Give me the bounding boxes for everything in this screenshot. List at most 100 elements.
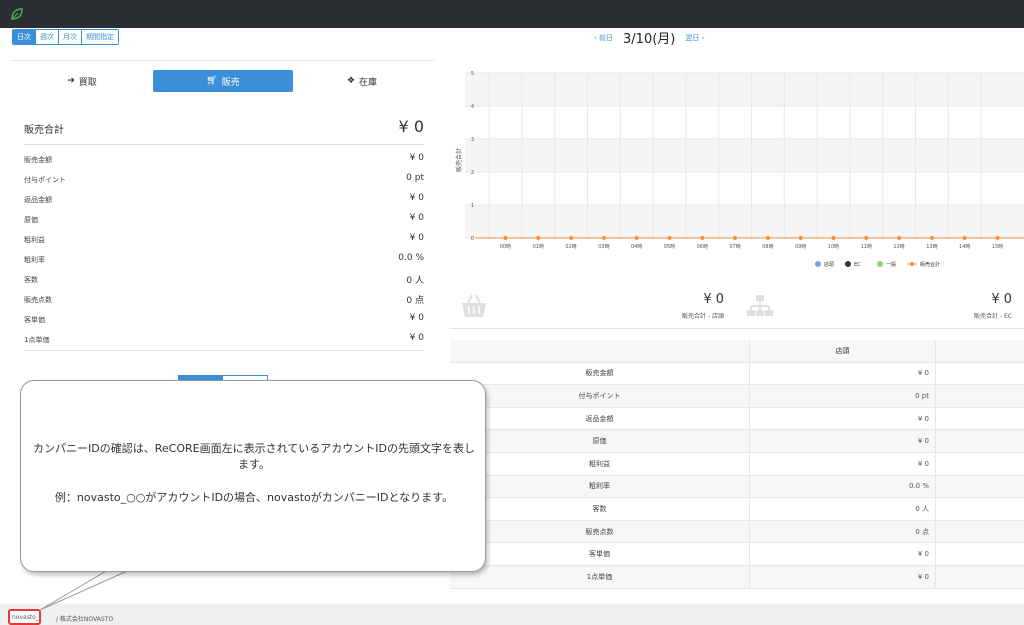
- table-row: 1点単価 ¥ 0: [450, 565, 1024, 589]
- table-header-row: 店頭: [450, 340, 1024, 363]
- chart-band: [465, 205, 1024, 238]
- period-selector: 日次 週次 月次 期間指定: [12, 29, 119, 45]
- metric-label: 粗利率: [24, 256, 45, 264]
- period-daily-tab[interactable]: 日次: [13, 30, 36, 44]
- table-cell-label: 1点単価: [450, 565, 750, 588]
- chart-ytick-label: 0: [471, 236, 474, 242]
- metric-label: 返品金額: [24, 196, 52, 204]
- basket-icon: [462, 294, 486, 317]
- table-cell-label: 販売点数: [450, 520, 750, 543]
- table-cell-value: 0 人: [750, 498, 936, 520]
- table-cell-label: 原価: [450, 430, 750, 452]
- table-cell-value: ¥ 0: [750, 565, 936, 588]
- legend-label: 販売合計: [920, 261, 940, 268]
- table-header-store: 店頭: [750, 340, 936, 362]
- period-weekly-tab[interactable]: 週次: [36, 30, 59, 44]
- legend-label: EC: [854, 262, 861, 268]
- chart-xtick-label: 12時: [893, 244, 904, 250]
- metric-value: 0 点: [406, 296, 424, 306]
- legend-label: 店頭: [824, 261, 834, 268]
- sales-stats: ¥ 0 販売合計 - 店頭 ¥ 0 販売合計 - EC: [450, 287, 1024, 329]
- chart-point: [962, 236, 967, 240]
- divider: [24, 350, 424, 351]
- table-row: 付与ポイント 0 pt: [450, 385, 1024, 408]
- chart-ytick-label: 5: [471, 71, 474, 77]
- chart-point: [601, 236, 606, 240]
- leaf-logo-icon[interactable]: [10, 7, 24, 21]
- chart-ytick-label: 2: [471, 170, 474, 176]
- chart-point: [765, 236, 770, 240]
- chart-point: [733, 236, 738, 240]
- metric-row: 1点単価 ¥ 0: [24, 331, 424, 351]
- chart-point: [634, 236, 639, 240]
- chart-xtick-label: 09時: [795, 244, 806, 250]
- metric-value: 0 人: [406, 276, 424, 286]
- ec-sales-value: ¥ 0: [991, 292, 1012, 307]
- chart-ytick-label: 1: [471, 203, 474, 209]
- table-row: 原価 ¥ 0: [450, 430, 1024, 453]
- divider: [12, 60, 435, 61]
- cubes-icon: ❖: [346, 76, 356, 86]
- table-row: 返品金額 ¥ 0: [450, 407, 1024, 431]
- period-custom-tab[interactable]: 期間指定: [82, 30, 118, 44]
- table-cell-value: ¥ 0: [750, 430, 936, 452]
- chart-xtick-label: 02時: [565, 244, 576, 250]
- metric-value: ¥ 0: [409, 193, 424, 203]
- chart-band: [465, 73, 1024, 106]
- store-sales-value: ¥ 0: [703, 292, 724, 307]
- account-id[interactable]: novasto_: [8, 609, 41, 625]
- chart-point: [700, 236, 705, 240]
- ec-sales-label: 販売合計 - EC: [974, 313, 1012, 320]
- chart-xtick-label: 03時: [598, 244, 609, 250]
- table-cell-value: ¥ 0: [750, 407, 936, 430]
- cart-icon: 🛒︎: [206, 76, 218, 86]
- table-cell-value: 0 pt: [750, 385, 936, 407]
- chart-point: [929, 236, 934, 240]
- chart-xtick-label: 15時: [992, 244, 1003, 250]
- sign-in-icon: ➜: [67, 76, 75, 86]
- table-cell-label: 販売金額: [450, 362, 750, 385]
- sales-total-row: 販売合計 ¥ 0: [24, 115, 424, 145]
- table-cell-label: 客単価: [450, 543, 750, 565]
- metric-value: 0.0 %: [398, 253, 424, 263]
- metric-label: 付与ポイント: [24, 176, 66, 184]
- chart-xtick-label: 06時: [697, 244, 708, 250]
- metric-row: 原価 ¥ 0: [24, 211, 424, 231]
- chart-xtick-label: 10時: [828, 244, 839, 250]
- top-bar: [0, 0, 1024, 28]
- chart-xtick-label: 00時: [500, 244, 511, 250]
- chart-xtick-label: 11時: [861, 244, 872, 250]
- table-cell-label: 返品金額: [450, 407, 750, 430]
- tab-sell[interactable]: 🛒︎ 販売: [153, 70, 293, 92]
- metric-label: 客数: [24, 276, 38, 284]
- table-cell-label: 客数: [450, 498, 750, 520]
- callout-text-main: カンパニーIDの確認は、ReCORE画面左に表示されているアカウントIDの先頭文…: [33, 442, 475, 471]
- chart-band: [465, 139, 1024, 172]
- hourly-sales-chart: 販売合計 0 1 2 3 4 5 00時 01時 02時 03時 04時 05時 06時 07時 08時 09…: [455, 71, 1024, 268]
- table-cell-value: ¥ 0: [750, 362, 936, 385]
- chart-xtick-label: 04時: [631, 244, 642, 250]
- metric-label: 販売点数: [24, 296, 52, 304]
- chart-xtick-label: 08時: [762, 244, 773, 250]
- table-cell-label: 粗利率: [450, 475, 750, 498]
- tab-buy[interactable]: ➜ 買取: [32, 70, 132, 92]
- legend-swatch: [910, 262, 914, 266]
- metric-value: ¥ 0: [409, 213, 424, 223]
- tab-stock[interactable]: ❖ 在庫: [312, 70, 412, 92]
- metric-row: 返品金額 ¥ 0: [24, 191, 424, 211]
- chart-point: [569, 236, 574, 240]
- metric-row: 付与ポイント 0 pt: [24, 171, 424, 191]
- chart-point: [864, 236, 869, 240]
- period-monthly-tab[interactable]: 月次: [59, 30, 82, 44]
- prev-day-link[interactable]: ‹ 前日: [594, 33, 613, 43]
- next-day-link[interactable]: 翌日 ›: [685, 33, 704, 43]
- tab-sell-label: 販売: [221, 77, 240, 88]
- tab-stock-label: 在庫: [359, 77, 378, 88]
- metric-value: ¥ 0: [409, 153, 424, 163]
- metric-label: 原価: [24, 216, 38, 224]
- chart-xtick-label: 05時: [664, 244, 675, 250]
- callout-text-example: 例：novasto_○○がアカウントIDの場合、novastoがカンパニーIDと…: [54, 491, 454, 504]
- breakdown-table: 店頭 販売金額 ¥ 0 付与ポイント 0 pt 返品金額 ¥ 0 原価 ¥ 0 粗利益 ¥ 0 粗利…: [450, 340, 1024, 589]
- chart-xtick-label: 13時: [926, 244, 937, 250]
- metric-row: 販売点数 0 点: [24, 291, 424, 311]
